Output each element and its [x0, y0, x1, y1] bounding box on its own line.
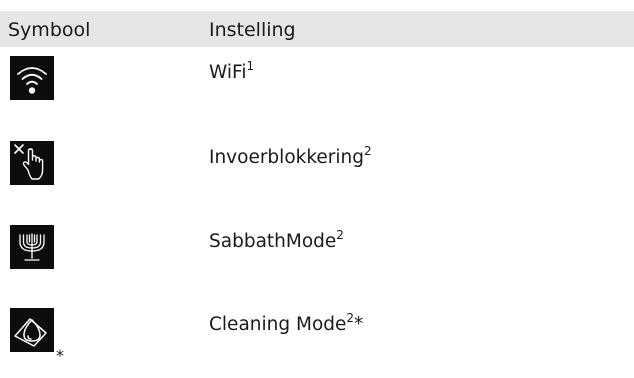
setting-label-wifi: WiFi1 — [209, 58, 255, 83]
setting-label-cleaning-mode: Cleaning Mode2* — [209, 310, 364, 335]
table-row: Invoerblokkering2 — [0, 141, 634, 211]
setting-label-input-lock: Invoerblokkering2 — [209, 143, 372, 168]
input-lock-icon — [10, 141, 54, 185]
table-row: WiFi1 — [0, 56, 634, 126]
wifi-icon — [10, 56, 54, 100]
column-header-setting: Instelling — [209, 19, 296, 41]
setting-label-sabbath-mode: SabbathMode2 — [209, 227, 344, 252]
icon-footnote-mark: * — [56, 346, 64, 365]
sabbath-menorah-icon — [10, 225, 54, 269]
table-row: * Cleaning Mode2* — [0, 308, 634, 378]
cleaning-icon — [10, 308, 54, 352]
table-header: Symbool Instelling — [0, 11, 634, 47]
column-header-symbol: Symbool — [8, 19, 91, 41]
table-row: SabbathMode2 — [0, 225, 634, 295]
